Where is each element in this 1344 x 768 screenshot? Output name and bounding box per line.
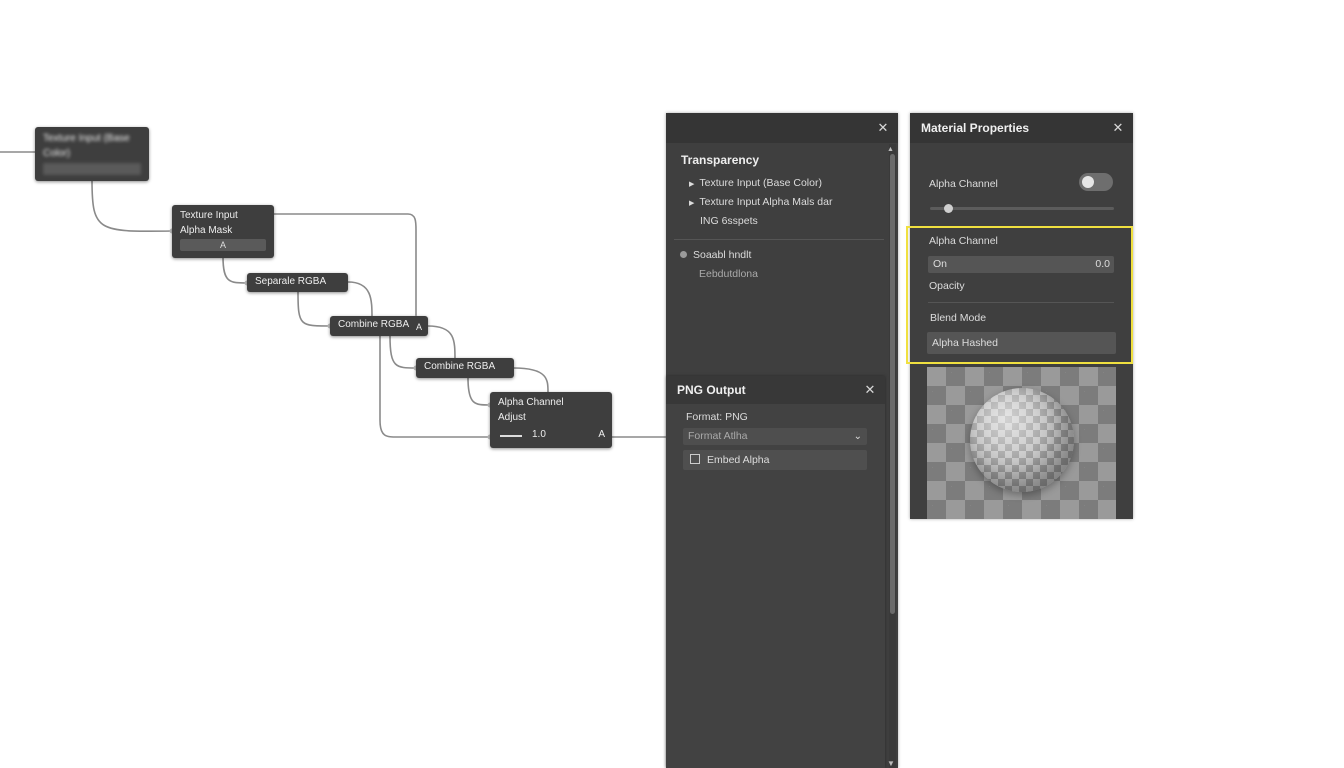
preview-sphere xyxy=(970,388,1074,492)
on-label: On xyxy=(933,258,948,270)
blend-mode-value: Alpha Hashed xyxy=(932,337,998,349)
node-socket-a[interactable]: A xyxy=(416,319,422,336)
node-title: Separale RGBA xyxy=(255,276,327,287)
transparency-scrollbar[interactable] xyxy=(889,144,896,768)
node-combine-rgba-2[interactable]: Combine RGBA xyxy=(416,358,514,378)
transparency-title: Transparency xyxy=(681,153,760,167)
close-icon[interactable]: ✕ xyxy=(863,376,877,404)
blend-mode-label: Blend Mode xyxy=(930,312,987,324)
node-value: 1.0 xyxy=(532,429,546,440)
format-select-value: Format Atlha xyxy=(688,430,748,442)
section-alpha-channel-label: Alpha Channel xyxy=(929,235,998,247)
transparency-option-sub: Eebdutdlona xyxy=(699,268,758,280)
node-socket-a[interactable]: A xyxy=(180,239,266,251)
item-label: Texture Input (Base Color) xyxy=(699,177,822,189)
node-value-slider[interactable] xyxy=(500,435,522,437)
node-title-line1: Alpha Channel xyxy=(498,397,564,408)
toggle-knob xyxy=(1082,176,1094,188)
alpha-slider-track[interactable] xyxy=(930,204,1114,213)
chevron-down-icon: ⌄ xyxy=(853,431,862,442)
option-label: Soaabl hndlt xyxy=(693,249,752,261)
radio-dot-icon xyxy=(680,251,687,258)
node-title: Combine RGBA xyxy=(424,361,496,372)
format-label: Format: PNG xyxy=(686,411,748,423)
transparency-item-base-color[interactable]: ▶ Texture Input (Base Color) xyxy=(689,177,822,189)
slider-knob[interactable] xyxy=(944,204,954,213)
transparency-item-alpha-mask[interactable]: ▶ Texture Input Alpha Mals dar xyxy=(689,196,832,208)
node-texture-input-base-color[interactable]: Texture Input (Base Color) xyxy=(35,127,149,181)
scroll-up-arrow-icon[interactable]: ▲ xyxy=(887,146,894,153)
opacity-label: Opacity xyxy=(929,280,965,292)
alpha-channel-toggle-label: Alpha Channel xyxy=(929,178,998,190)
checkbox-icon[interactable] xyxy=(690,454,700,464)
material-preview[interactable] xyxy=(927,367,1116,519)
item-label: Texture Input Alpha Mals dar xyxy=(699,196,833,208)
expand-arrow-icon: ▶ xyxy=(689,200,695,207)
section-divider xyxy=(928,302,1114,303)
embed-alpha-label: Embed Alpha xyxy=(707,454,770,466)
node-title-line1: Texture Input xyxy=(180,210,238,221)
embed-alpha-checkbox-row[interactable]: Embed Alpha xyxy=(683,450,867,470)
on-value: 0.0 xyxy=(1095,258,1110,270)
transparency-header-title xyxy=(666,113,898,143)
node-combine-rgba-1[interactable]: Combine RGBA A xyxy=(330,316,428,336)
node-socket-a[interactable]: A xyxy=(598,429,605,440)
transparency-sub-label: ING 6sspets xyxy=(700,215,758,227)
node-title: Texture Input (Base Color) xyxy=(43,133,130,159)
node-separate-rgba[interactable]: Separale RGBA xyxy=(247,273,348,292)
node-title-line2: Alpha Mask xyxy=(180,225,233,236)
alpha-on-field[interactable]: On 0.0 xyxy=(928,256,1114,273)
node-title-line2: Adjust xyxy=(498,412,526,423)
format-select[interactable]: Format Atlha ⌄ xyxy=(683,428,867,445)
alpha-channel-toggle[interactable] xyxy=(1079,173,1113,191)
material-properties-header: Material Properties ✕ xyxy=(910,113,1133,143)
png-output-panel: PNG Output ✕ Format: PNG Format Atlha ⌄ … xyxy=(666,376,885,768)
png-output-title: PNG Output xyxy=(677,383,746,397)
node-alpha-channel-adjust[interactable]: Alpha Channel Adjust 1.0 A xyxy=(490,392,612,448)
transparency-option[interactable]: Soaabl hndlt xyxy=(680,249,751,261)
node-field xyxy=(43,163,141,175)
material-properties-title: Material Properties xyxy=(921,121,1030,135)
blend-mode-select[interactable]: Alpha Hashed xyxy=(927,332,1116,354)
close-icon[interactable]: ✕ xyxy=(1111,113,1125,143)
scrollbar-thumb[interactable] xyxy=(890,154,895,614)
expand-arrow-icon: ▶ xyxy=(689,181,695,188)
png-output-header: PNG Output ✕ xyxy=(666,376,885,404)
node-texture-input-alpha-mask[interactable]: Texture Input Alpha Mask A xyxy=(172,205,274,258)
scroll-down-arrow-icon[interactable]: ▼ xyxy=(887,759,895,768)
material-properties-panel: Material Properties ✕ Alpha Channel Alph… xyxy=(906,113,1133,519)
section-divider xyxy=(674,239,884,240)
node-title: Combine RGBA xyxy=(338,319,410,330)
